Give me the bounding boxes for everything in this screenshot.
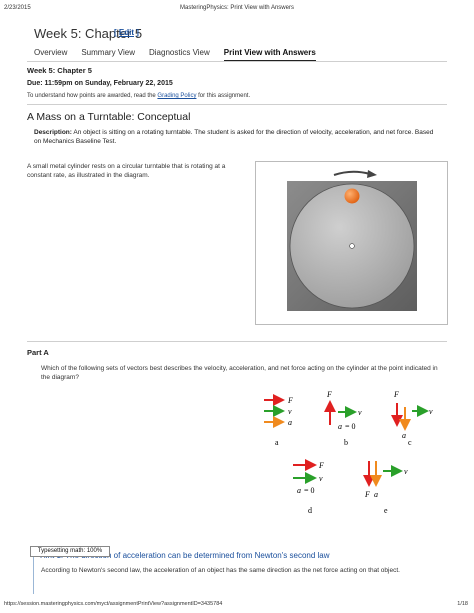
typesetting-status: Typesetting math: 100% (30, 546, 110, 557)
problem-description: Description: An object is sitting on a r… (34, 128, 434, 146)
grading-info-post: for this assignment. (196, 93, 251, 99)
problem-body: A small metal cylinder rests on a circul… (27, 163, 226, 179)
part-divider (27, 341, 447, 342)
turntable-center (349, 243, 355, 249)
choice-a-force-label: F (287, 396, 293, 405)
choice-c-label: c (408, 438, 412, 447)
grading-policy-link[interactable]: Grading Policy (157, 93, 196, 99)
due-date: Due: 11:59pm on Sunday, February 22, 201… (27, 80, 173, 87)
choice-c: F a v c (391, 390, 433, 447)
choice-d-force-label: F (318, 461, 324, 470)
choice-e-force-label: F (364, 490, 370, 499)
turntable-figure (255, 161, 448, 325)
tab-overview[interactable]: Overview (34, 48, 67, 62)
choice-a: F v a a (264, 394, 293, 447)
edit-close-bracket: ] (136, 28, 139, 37)
choice-b: F v a = 0 b (324, 390, 362, 447)
choice-e-acceleration-label: a (374, 490, 378, 499)
rotation-arrow (333, 170, 371, 176)
grading-info: To understand how points are awarded, re… (27, 93, 250, 99)
choice-d: F v a = 0 d (293, 459, 324, 515)
description-label: Description: (34, 129, 72, 136)
choice-b-label: b (344, 438, 348, 447)
edit-link[interactable]: Edit (119, 28, 134, 37)
choice-e: F a v e (363, 461, 408, 515)
tab-bar: Overview Summary View Diagnostics View P… (34, 48, 330, 62)
hint-body: According to Newton's second law, the ac… (41, 567, 400, 574)
choice-b-force-label: F (326, 390, 332, 399)
choice-d-label: d (308, 506, 312, 515)
tab-diagnostics-view[interactable]: Diagnostics View (149, 48, 210, 62)
section-divider (27, 104, 447, 105)
tab-print-view[interactable]: Print View with Answers (223, 48, 316, 62)
print-title: MasteringPhysics: Print View with Answer… (180, 5, 294, 11)
choice-b-zero-label: = 0 (345, 422, 356, 431)
part-a-label: Part A (27, 348, 49, 357)
choice-a-velocity-label: v (288, 407, 292, 416)
footer-page: 1/18 (457, 601, 468, 607)
choice-b-acceleration-label: a (338, 422, 342, 431)
choice-c-velocity-label: v (429, 407, 433, 416)
part-a-question: Which of the following sets of vectors b… (41, 365, 438, 381)
choice-d-acceleration-label: a (297, 486, 301, 495)
metal-cylinder (344, 188, 360, 204)
tab-summary-view[interactable]: Summary View (81, 48, 135, 62)
assignment-heading: Week 5: Chapter 5 (27, 66, 92, 75)
choice-a-acceleration-label: a (288, 418, 292, 427)
tab-divider (27, 61, 447, 62)
vector-choices-diagram: F v a a F v a = 0 b F a v c F v a = 0 d … (264, 390, 433, 515)
choice-c-acceleration-label: a (402, 431, 406, 440)
turntable-diagram (287, 170, 417, 311)
rotation-arrowhead (367, 170, 377, 178)
grading-info-pre: To understand how points are awarded, re… (27, 93, 158, 99)
choice-c-force-label: F (393, 390, 399, 399)
choice-b-velocity-label: v (358, 408, 362, 417)
choice-d-velocity-label: v (319, 474, 323, 483)
choice-a-label: a (275, 438, 279, 447)
edit-open-bracket: [ (114, 28, 117, 37)
choice-d-zero-label: = 0 (304, 486, 315, 495)
problem-title: A Mass on a Turntable: Conceptual (27, 111, 191, 123)
edit-link-wrapper: [ Edit ] (114, 28, 139, 37)
description-text: An object is sitting on a rotating turnt… (34, 129, 434, 145)
footer-url: https://session.masteringphysics.com/myc… (4, 601, 223, 607)
choice-e-velocity-label: v (404, 467, 408, 476)
choice-e-label: e (384, 506, 388, 515)
